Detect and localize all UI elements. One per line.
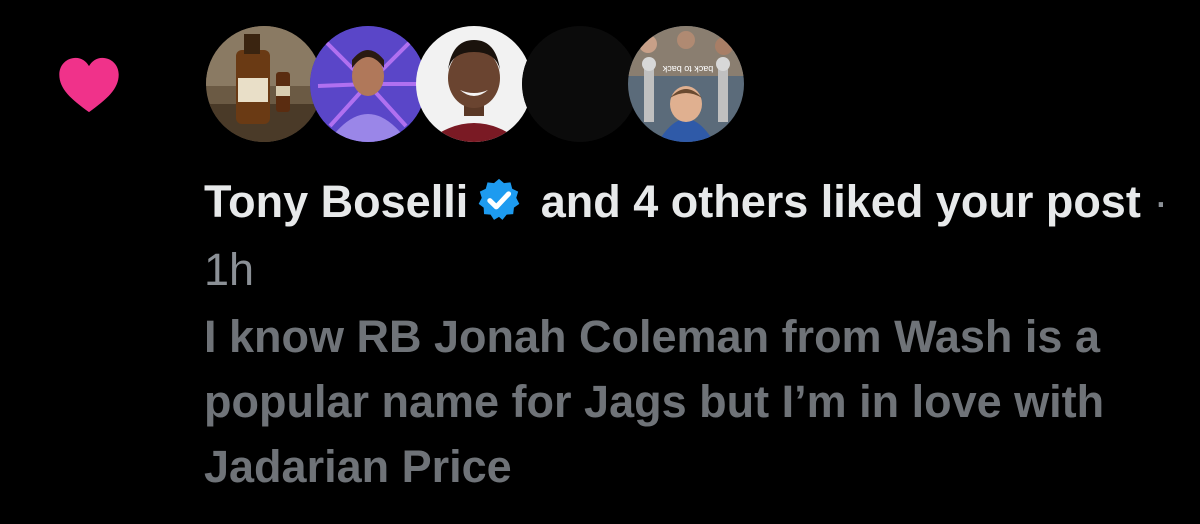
avatar[interactable] [522, 26, 638, 142]
heart-icon [59, 57, 119, 113]
avatar[interactable] [310, 26, 426, 142]
avatar[interactable] [206, 26, 322, 142]
like-notification[interactable]: back to back Tony Boselli and 4 others l… [0, 0, 1200, 524]
avatar[interactable]: back to back [628, 26, 744, 142]
post-preview-text[interactable]: I know RB Jonah Coleman from Wash is a p… [204, 304, 1164, 499]
avatar[interactable] [416, 26, 532, 142]
timestamp[interactable]: 1h [204, 244, 254, 295]
separator-dot: · [1140, 176, 1169, 227]
notification-headline: Tony Boselli and 4 others liked your pos… [204, 168, 1184, 304]
verified-badge-icon [478, 178, 520, 220]
notification-content: Tony Boselli and 4 others liked your pos… [204, 168, 1184, 499]
avatar-caption: back to back [662, 64, 713, 74]
liker-avatars: back to back [206, 26, 766, 146]
action-text: and 4 others liked your post [528, 176, 1141, 227]
actor-name[interactable]: Tony Boselli [204, 176, 468, 227]
